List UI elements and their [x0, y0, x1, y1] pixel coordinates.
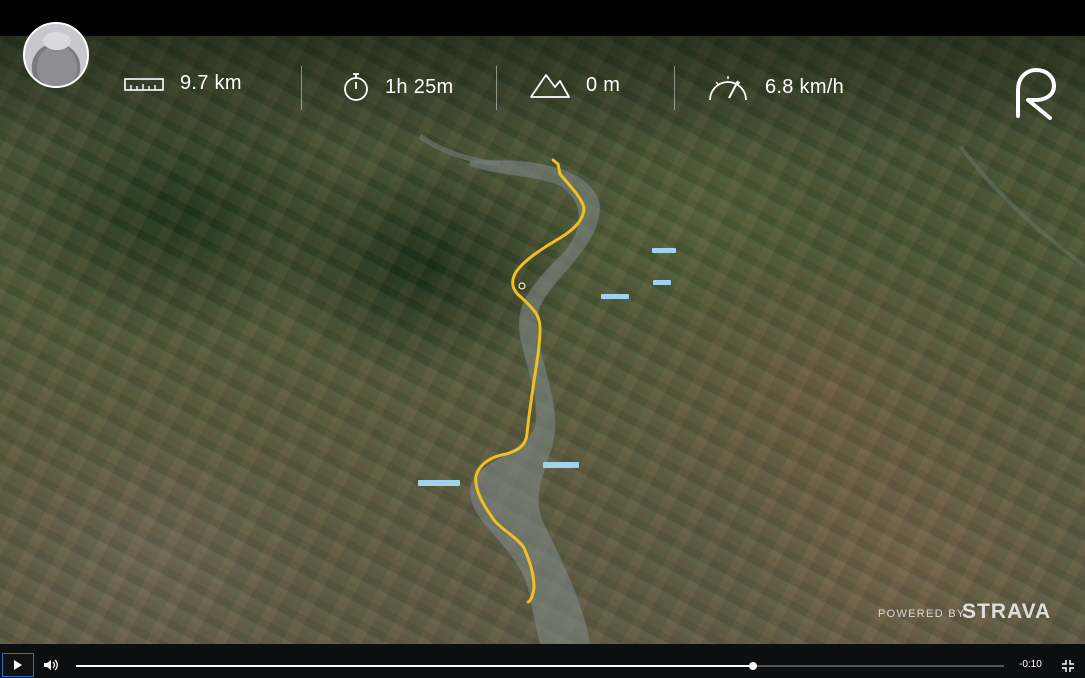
progress-thumb[interactable] [749, 662, 758, 670]
satellite-map [0, 36, 1085, 644]
speedometer-icon [709, 76, 747, 101]
exit-fullscreen-icon [1062, 660, 1074, 672]
place-tag [652, 248, 676, 253]
fullscreen-button[interactable] [1062, 659, 1074, 677]
river [469, 159, 601, 644]
powered-by-label: POWERED BY [878, 608, 966, 620]
progress-track[interactable] [76, 662, 1004, 670]
time-remaining: -0:10 [1019, 659, 1042, 670]
speed-stat: 6.8 km/h [707, 72, 844, 102]
mountain-icon [530, 74, 570, 98]
stat-divider [301, 66, 302, 110]
map-overlay [418, 133, 1085, 644]
stopwatch-icon [344, 73, 368, 101]
river-right [958, 144, 1085, 268]
play-button[interactable] [2, 653, 34, 677]
place-tag [418, 480, 460, 486]
speed-value: 6.8 km/h [765, 75, 845, 98]
route-marker [518, 282, 526, 290]
duration-stat: 1h 25m [343, 72, 454, 102]
volume-icon [44, 659, 58, 671]
elevation-stat: 0 m [530, 72, 620, 98]
video-controls: -0:10 [0, 644, 1085, 678]
progress-fill [76, 665, 754, 667]
stat-divider [674, 66, 675, 110]
ruler-icon [124, 77, 164, 91]
volume-button[interactable] [44, 658, 58, 676]
distance-stat: 9.7 km [124, 72, 242, 95]
letterbox-top [0, 0, 1085, 36]
place-tag [543, 462, 579, 468]
elevation-value: 0 m [586, 73, 621, 96]
relive-logo-icon [1016, 68, 1056, 120]
strava-logo: STRAVA [962, 600, 1052, 623]
stat-divider [496, 66, 497, 110]
athlete-avatar [23, 22, 89, 88]
distance-value: 9.7 km [180, 72, 242, 94]
place-tag [653, 280, 671, 285]
play-icon [14, 660, 22, 670]
duration-value: 1h 25m [385, 75, 454, 98]
place-tag [601, 294, 629, 299]
